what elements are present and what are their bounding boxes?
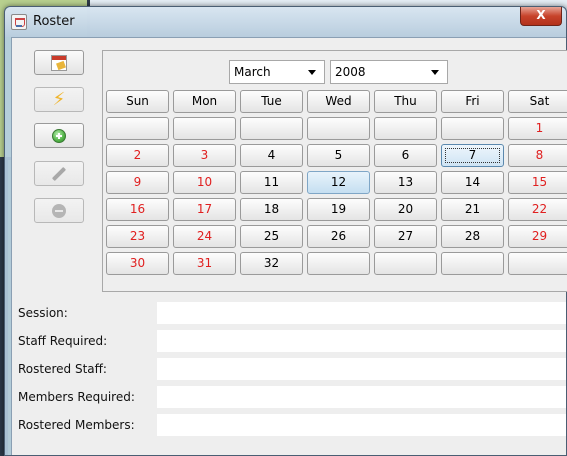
day-cell-8[interactable]: 8 <box>508 144 567 167</box>
day-cell-16[interactable]: 16 <box>106 198 169 221</box>
empty-day-cell[interactable] <box>173 117 236 140</box>
weekday-header-sat: Sat <box>508 90 567 113</box>
day-cell-12[interactable]: 12 <box>307 171 370 194</box>
day-cell-20[interactable]: 20 <box>374 198 437 221</box>
day-cell-7[interactable]: 7 <box>441 144 504 167</box>
day-cell-17[interactable]: 17 <box>173 198 236 221</box>
day-cell-2[interactable]: 2 <box>106 144 169 167</box>
close-button[interactable]: X <box>520 7 562 26</box>
lightning-icon: ⚡ <box>52 88 66 110</box>
remove-icon <box>52 203 66 218</box>
day-cell-32[interactable]: 32 <box>240 252 303 275</box>
day-cell-5[interactable]: 5 <box>307 144 370 167</box>
remove-button[interactable] <box>34 198 84 223</box>
day-cell-10[interactable]: 10 <box>173 171 236 194</box>
lightning-button[interactable]: ⚡ <box>34 87 84 112</box>
session-label: Session: <box>18 306 68 320</box>
edit-button[interactable] <box>34 161 84 186</box>
day-cell-6[interactable]: 6 <box>374 144 437 167</box>
empty-day-cell[interactable] <box>374 117 437 140</box>
weekday-header-sun: Sun <box>106 90 169 113</box>
day-cell-19[interactable]: 19 <box>307 198 370 221</box>
day-cell-9[interactable]: 9 <box>106 171 169 194</box>
day-cell-23[interactable]: 23 <box>106 225 169 248</box>
month-value: March <box>234 65 271 79</box>
members-required-field <box>157 386 566 408</box>
java-app-icon <box>11 14 27 30</box>
session-field <box>157 302 566 324</box>
day-cell-22[interactable]: 22 <box>508 198 567 221</box>
rostered-members-label: Rostered Members: <box>18 418 135 432</box>
day-cell-31[interactable]: 31 <box>173 252 236 275</box>
day-cell-27[interactable]: 27 <box>374 225 437 248</box>
day-cell-25[interactable]: 25 <box>240 225 303 248</box>
day-cell-18[interactable]: 18 <box>240 198 303 221</box>
window-title: Roster <box>33 14 75 29</box>
add-button[interactable] <box>34 123 84 148</box>
chevron-down-icon <box>431 70 439 75</box>
empty-day-cell[interactable] <box>106 117 169 140</box>
year-select[interactable]: 2008 <box>330 60 448 84</box>
add-icon <box>52 128 66 143</box>
chevron-down-icon <box>308 70 316 75</box>
empty-day-cell[interactable] <box>441 117 504 140</box>
empty-day-cell[interactable] <box>307 117 370 140</box>
day-cell-1[interactable]: 1 <box>508 117 567 140</box>
day-cell-21[interactable]: 21 <box>441 198 504 221</box>
calendar-panel: March 2008 Sun Mon Tue Wed Thu Fri Sat 1234567… <box>102 50 567 292</box>
rostered-staff-field <box>157 358 566 380</box>
day-cell-15[interactable]: 15 <box>508 171 567 194</box>
weekday-header-wed: Wed <box>307 90 370 113</box>
client-area: ⚡ March 2008 SunMonTueWedThuFriSat <box>11 37 567 455</box>
calendar-icon <box>51 54 67 71</box>
day-cell-13[interactable]: 13 <box>374 171 437 194</box>
rostered-staff-label: Rostered Staff: <box>18 362 107 376</box>
day-cell-24[interactable]: 24 <box>173 225 236 248</box>
focus-ring <box>445 148 500 163</box>
rostered-members-field <box>157 414 566 436</box>
day-cell-14[interactable]: 14 <box>441 171 504 194</box>
staff-required-label: Staff Required: <box>18 334 108 348</box>
empty-day-cell[interactable] <box>307 252 370 275</box>
title-bar[interactable]: Roster X <box>5 7 566 37</box>
staff-required-field <box>157 330 566 352</box>
empty-day-cell[interactable] <box>441 252 504 275</box>
day-cell-3[interactable]: 3 <box>173 144 236 167</box>
weekday-header-fri: Fri <box>441 90 504 113</box>
empty-day-cell[interactable] <box>240 117 303 140</box>
day-cell-29[interactable]: 29 <box>508 225 567 248</box>
year-value: 2008 <box>335 65 366 79</box>
calendar-button[interactable] <box>34 50 84 75</box>
weekday-header-mon: Mon <box>173 90 236 113</box>
weekday-header-thu: Thu <box>374 90 437 113</box>
day-cell-4[interactable]: 4 <box>240 144 303 167</box>
day-cell-28[interactable]: 28 <box>441 225 504 248</box>
members-required-label: Members Required: <box>18 390 135 404</box>
empty-day-cell[interactable] <box>374 252 437 275</box>
edit-icon <box>51 166 67 181</box>
empty-day-cell[interactable] <box>508 252 567 275</box>
day-cell-30[interactable]: 30 <box>106 252 169 275</box>
weekday-header-tue: Tue <box>240 90 303 113</box>
day-cell-11[interactable]: 11 <box>240 171 303 194</box>
roster-window: Roster X ⚡ March 2008 Sun Mon Tue Wed Th… <box>4 6 567 456</box>
month-select[interactable]: March <box>229 60 325 84</box>
day-cell-26[interactable]: 26 <box>307 225 370 248</box>
